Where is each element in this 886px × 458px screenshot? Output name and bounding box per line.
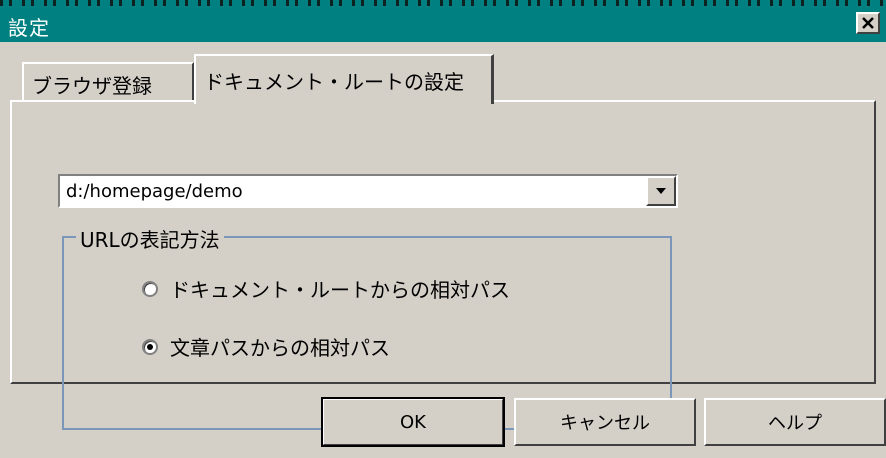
tab-label: ブラウザ登録 xyxy=(32,74,152,98)
tab-label: ドキュメント・ルートの設定 xyxy=(204,70,464,94)
dialog-title: 設定 xyxy=(8,16,50,40)
radio-button-unchecked[interactable] xyxy=(142,280,158,297)
url-notation-legend: URLの表記方法 xyxy=(76,224,224,253)
tab-document-root-settings[interactable]: ドキュメント・ルートの設定 xyxy=(194,54,494,104)
radio-label: 文章パスからの相対パス xyxy=(170,336,390,360)
tab-browser-registration[interactable]: ブラウザ登録 xyxy=(22,62,194,102)
chevron-down-icon xyxy=(656,188,666,194)
title-bar-artifact xyxy=(0,0,886,6)
radio-label: ドキュメント・ルートからの相対パス xyxy=(170,278,510,302)
document-root-combobox[interactable]: d:/homepage/demo xyxy=(58,174,678,208)
tab-control: ブラウザ登録 ドキュメント・ルートの設定 d:/homepage/demo UR… xyxy=(10,54,876,430)
settings-dialog: 設定 ブラウザ登録 ドキュメント・ルートの設定 d:/homepage/demo xyxy=(0,0,886,458)
help-button[interactable]: ヘルプ xyxy=(704,398,886,446)
title-bar[interactable]: 設定 xyxy=(0,0,886,42)
document-root-value: d:/homepage/demo xyxy=(66,181,243,202)
radio-relative-to-document-path[interactable]: 文章パスからの相対パス xyxy=(142,332,390,361)
close-icon xyxy=(862,17,874,29)
radio-button-checked[interactable] xyxy=(142,338,158,355)
close-button[interactable] xyxy=(856,12,880,34)
radio-relative-to-document-root[interactable]: ドキュメント・ルートからの相対パス xyxy=(142,274,510,303)
ok-button[interactable]: OK xyxy=(321,397,505,447)
cancel-button[interactable]: キャンセル xyxy=(514,398,696,446)
combobox-dropdown-button[interactable] xyxy=(646,176,676,206)
tab-panel: d:/homepage/demo URLの表記方法 ドキュメント・ルートからの相… xyxy=(10,100,876,430)
